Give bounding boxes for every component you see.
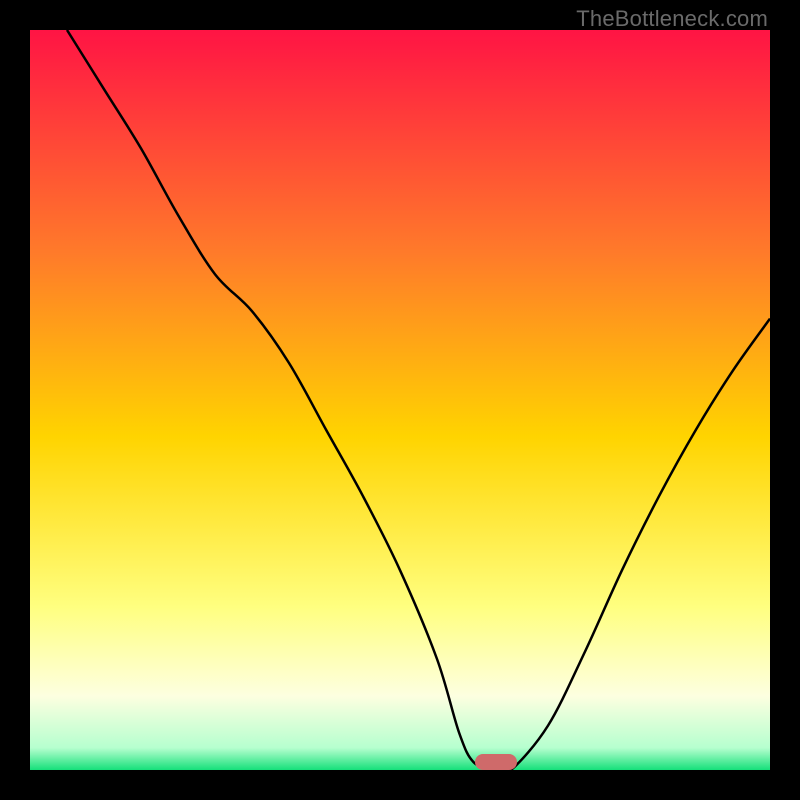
watermark-text: TheBottleneck.com: [576, 6, 768, 32]
optimum-marker: [475, 754, 517, 770]
plot-area: [30, 30, 770, 770]
chart-frame: TheBottleneck.com: [0, 0, 800, 800]
bottleneck-curve: [30, 30, 770, 770]
curve-path: [67, 30, 770, 770]
